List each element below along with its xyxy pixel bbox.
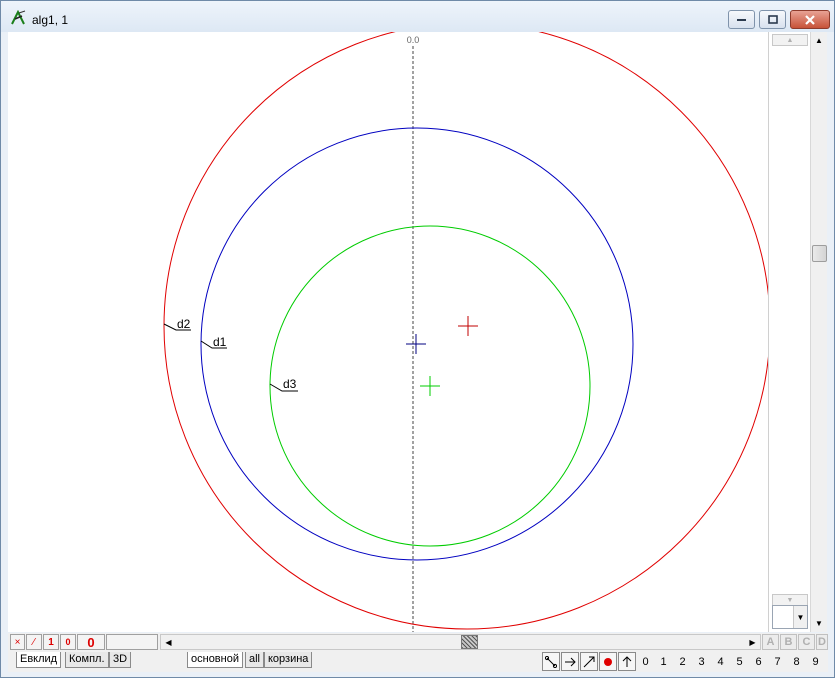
axis-label: 0.0 <box>407 35 420 45</box>
arrow-right-tool-button[interactable] <box>561 652 579 671</box>
digit-5-button[interactable]: 5 <box>731 652 748 671</box>
arrow-up-tool-icon <box>622 655 632 667</box>
digit-9-button[interactable]: 9 <box>807 652 824 671</box>
arrow-up-tool-button[interactable] <box>618 652 636 671</box>
layer-a-button[interactable]: A <box>762 634 779 650</box>
tab-3d[interactable]: 3D <box>109 652 132 668</box>
digit-4-button[interactable]: 4 <box>712 652 729 671</box>
point-tool-icon <box>604 657 612 666</box>
tab-euclid[interactable]: Евклид <box>16 652 62 668</box>
circle-d2[interactable] <box>163 32 768 630</box>
horizontal-scroll-thumb[interactable] <box>461 635 478 649</box>
geometry-app-icon <box>10 9 27 25</box>
status-blank-field <box>106 634 158 650</box>
center-marker-d1[interactable] <box>406 334 426 354</box>
tab-trash[interactable]: корзина <box>264 652 313 668</box>
selection-count: 0 <box>77 634 105 650</box>
label-d1-text: d1 <box>213 335 227 349</box>
minimize-icon <box>736 18 746 21</box>
label-d2-text: d2 <box>177 317 191 331</box>
close-button[interactable] <box>790 10 830 29</box>
center-marker-d2[interactable] <box>458 316 478 336</box>
label-d1: d1 <box>200 335 227 349</box>
layer-d-button[interactable]: D <box>816 634 828 650</box>
digit-3-button[interactable]: 3 <box>693 652 710 671</box>
digit-2-button[interactable]: 2 <box>674 652 691 671</box>
maximize-icon <box>767 14 778 24</box>
label-d3-text: d3 <box>283 377 297 391</box>
point-tool-button[interactable] <box>599 652 617 671</box>
vertical-scroll-thumb[interactable] <box>812 245 827 262</box>
scroll-up-arrow[interactable]: ▲ <box>811 32 827 49</box>
scroll-down-arrow[interactable]: ▼ <box>811 615 827 632</box>
tab-complex[interactable]: Компл. <box>65 652 109 668</box>
resize-tool-button[interactable] <box>580 652 598 671</box>
label-d3: d3 <box>269 377 298 392</box>
digit-8-button[interactable]: 8 <box>788 652 805 671</box>
digit-0-button[interactable]: 0 <box>637 652 654 671</box>
drawing-canvas[interactable]: 0.0 d2 d1 d3 <box>8 32 768 632</box>
chevron-down-icon: ▼ <box>793 606 807 628</box>
layer-b-button[interactable]: B <box>780 634 797 650</box>
horizontal-scrollbar[interactable]: ◀ ▶ <box>160 634 761 650</box>
status-row: × ⁄ 1 0 0 ◀ ▶ A B C D <box>8 633 828 651</box>
scroll-right-arrow[interactable]: ▶ <box>745 635 760 649</box>
center-marker-d3[interactable] <box>420 376 440 396</box>
side-panel: ▲ ▼ ▼ <box>768 32 810 632</box>
tab-all[interactable]: all <box>245 652 265 668</box>
counter-zero-button[interactable]: 0 <box>60 634 76 650</box>
tab-main[interactable]: основной <box>187 652 243 668</box>
layer-dropdown[interactable]: ▼ <box>772 605 808 629</box>
scroll-left-arrow[interactable]: ◀ <box>161 635 176 649</box>
title-bar[interactable]: alg1, 1 <box>1 1 834 32</box>
tab-row: Евклид Компл. 3D основной all корзина 0 … <box>8 651 828 672</box>
main-window: alg1, 1 0.0 d2 d1 d3 ▲ ▼ ▼ ▲ ▼ × ⁄ 1 0 0… <box>0 0 835 678</box>
label-d2: d2 <box>163 317 191 331</box>
counter-one-button[interactable]: 1 <box>43 634 59 650</box>
maximize-button[interactable] <box>759 10 786 29</box>
side-scroll-up-button[interactable]: ▲ <box>772 34 808 46</box>
layer-c-button[interactable]: C <box>798 634 815 650</box>
geometry-drawing: 0.0 d2 d1 d3 <box>163 32 768 632</box>
segment-tool-icon <box>545 655 557 668</box>
close-icon <box>805 14 815 25</box>
arrow-right-tool-icon <box>565 657 576 666</box>
vertical-scrollbar[interactable]: ▲ ▼ <box>810 32 827 632</box>
resize-tool-icon <box>583 656 595 667</box>
line-button[interactable]: ⁄ <box>26 634 42 650</box>
window-title: alg1, 1 <box>32 13 69 27</box>
digit-7-button[interactable]: 7 <box>769 652 786 671</box>
minimize-button[interactable] <box>728 10 755 29</box>
digit-6-button[interactable]: 6 <box>750 652 767 671</box>
digit-1-button[interactable]: 1 <box>655 652 672 671</box>
delete-button[interactable]: × <box>10 634 25 650</box>
segment-tool-button[interactable] <box>542 652 560 671</box>
